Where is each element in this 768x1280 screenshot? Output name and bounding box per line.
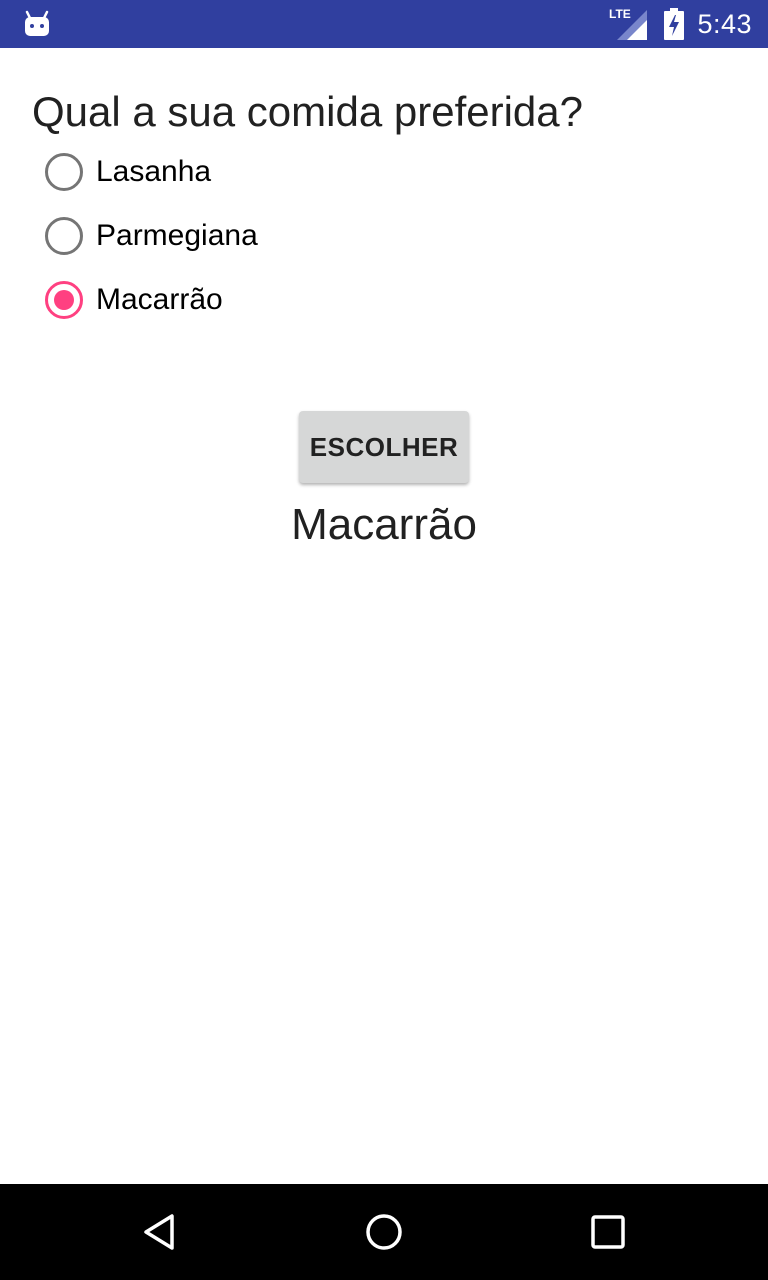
radio-option-macarrao[interactable]: Macarrão [40, 268, 540, 332]
battery-charging-icon [664, 8, 685, 40]
food-radio-group: Lasanha Parmegiana Macarrão [40, 140, 540, 332]
status-icons: LTE 5:43 [609, 0, 752, 48]
home-icon[interactable] [360, 1208, 408, 1256]
lte-signal-icon: LTE [609, 7, 648, 40]
radio-label: Lasanha [96, 155, 212, 188]
radio-option-lasanha[interactable]: Lasanha [40, 140, 540, 204]
svg-text:LTE: LTE [609, 7, 631, 21]
radio-checked-icon[interactable] [44, 280, 84, 320]
clock: 5:43 [697, 8, 752, 39]
choose-button[interactable]: ESCOLHER [299, 411, 469, 483]
back-icon[interactable] [136, 1208, 184, 1256]
radio-option-parmegiana[interactable]: Parmegiana [40, 204, 540, 268]
main-content: Qual a sua comida preferida? Lasanha Par… [0, 48, 768, 1184]
radio-label: Parmegiana [96, 219, 258, 252]
radio-label: Macarrão [96, 283, 223, 316]
question-title: Qual a sua comida preferida? [32, 88, 583, 135]
radio-unchecked-icon[interactable] [44, 152, 84, 192]
radio-unchecked-icon[interactable] [44, 216, 84, 256]
recents-icon[interactable] [584, 1208, 632, 1256]
status-bar: LTE 5:43 [0, 0, 768, 48]
result-text: Macarrão [291, 500, 477, 549]
android-notification-icon [25, 10, 49, 36]
navigation-bar [0, 1184, 768, 1280]
